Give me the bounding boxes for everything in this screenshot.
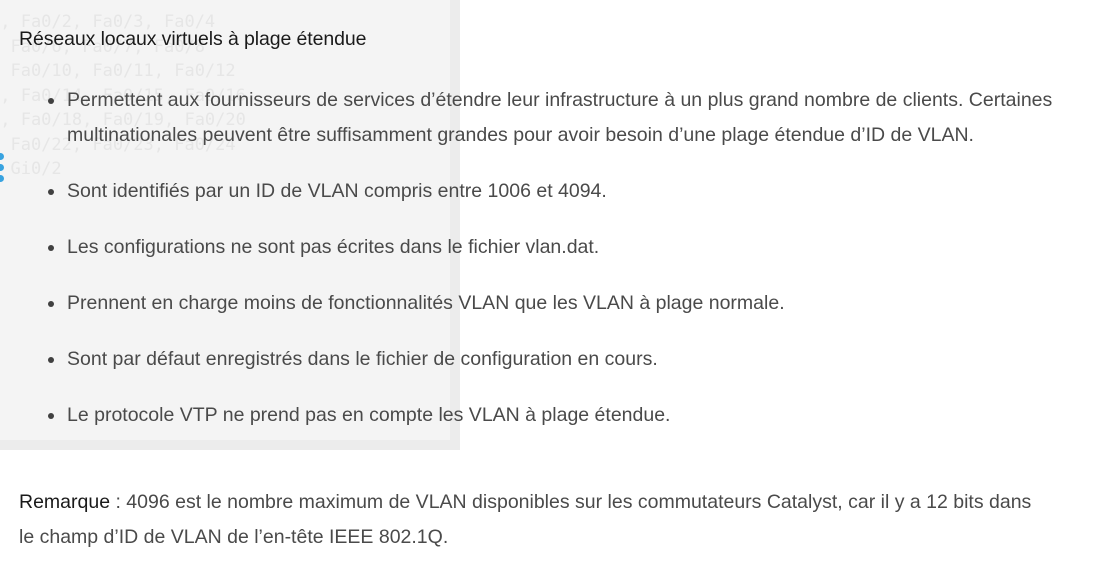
section-title: Réseaux locaux virtuels à plage étendue bbox=[19, 28, 367, 50]
note-label: Remarque bbox=[19, 491, 111, 513]
note-paragraph: Remarque : 4096 est le nombre maximum de… bbox=[19, 485, 1039, 555]
dot bbox=[0, 164, 4, 171]
dot bbox=[0, 175, 4, 182]
more-options-icon[interactable] bbox=[0, 153, 5, 186]
dot bbox=[0, 153, 4, 160]
list-item: Prennent en charge moins de fonctionnali… bbox=[19, 286, 1089, 321]
note-text: : 4096 est le nombre maximum de VLAN dis… bbox=[19, 491, 1032, 548]
list-item: Permettent aux fournisseurs de services … bbox=[19, 83, 1089, 153]
terminal-line: , Fa0/10, Fa0/11, Fa0/12 bbox=[0, 61, 236, 81]
bullet-list: Permettent aux fournisseurs de services … bbox=[19, 83, 1089, 454]
list-item: Le protocole VTP ne prend pas en compte … bbox=[19, 398, 1089, 433]
list-item: Sont par défaut enregistrés dans le fich… bbox=[19, 342, 1089, 377]
list-item: Les configurations ne sont pas écrites d… bbox=[19, 230, 1089, 265]
list-item: Sont identifiés par un ID de VLAN compri… bbox=[19, 174, 1089, 209]
